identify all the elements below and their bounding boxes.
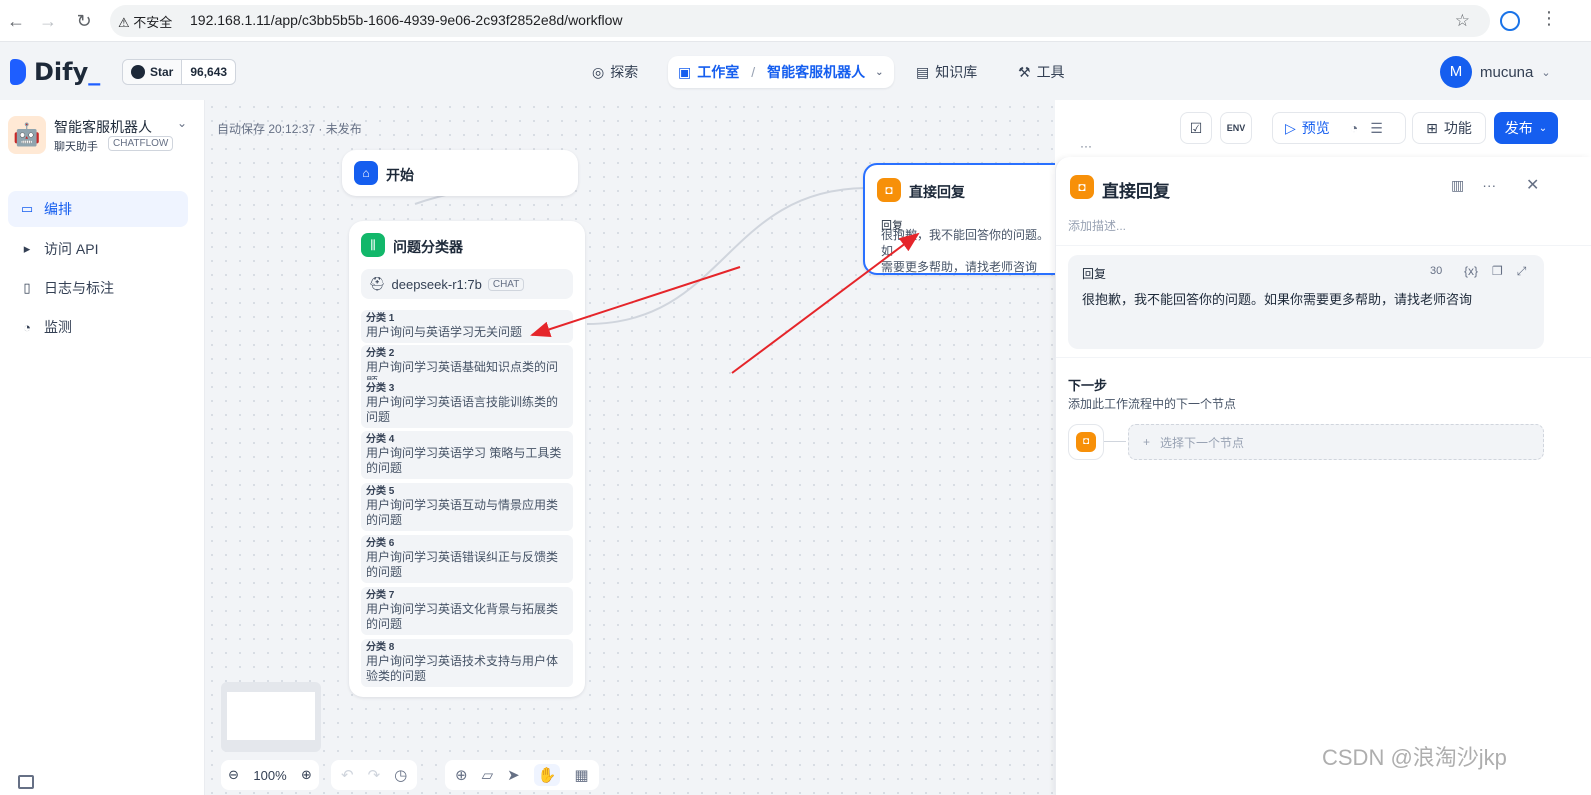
annotation-layer [530, 232, 920, 374]
watermark: CSDN @浪淘沙jkp [1322, 745, 1507, 770]
annotation-arrow [530, 266, 741, 338]
annotation-arrow [731, 232, 920, 374]
